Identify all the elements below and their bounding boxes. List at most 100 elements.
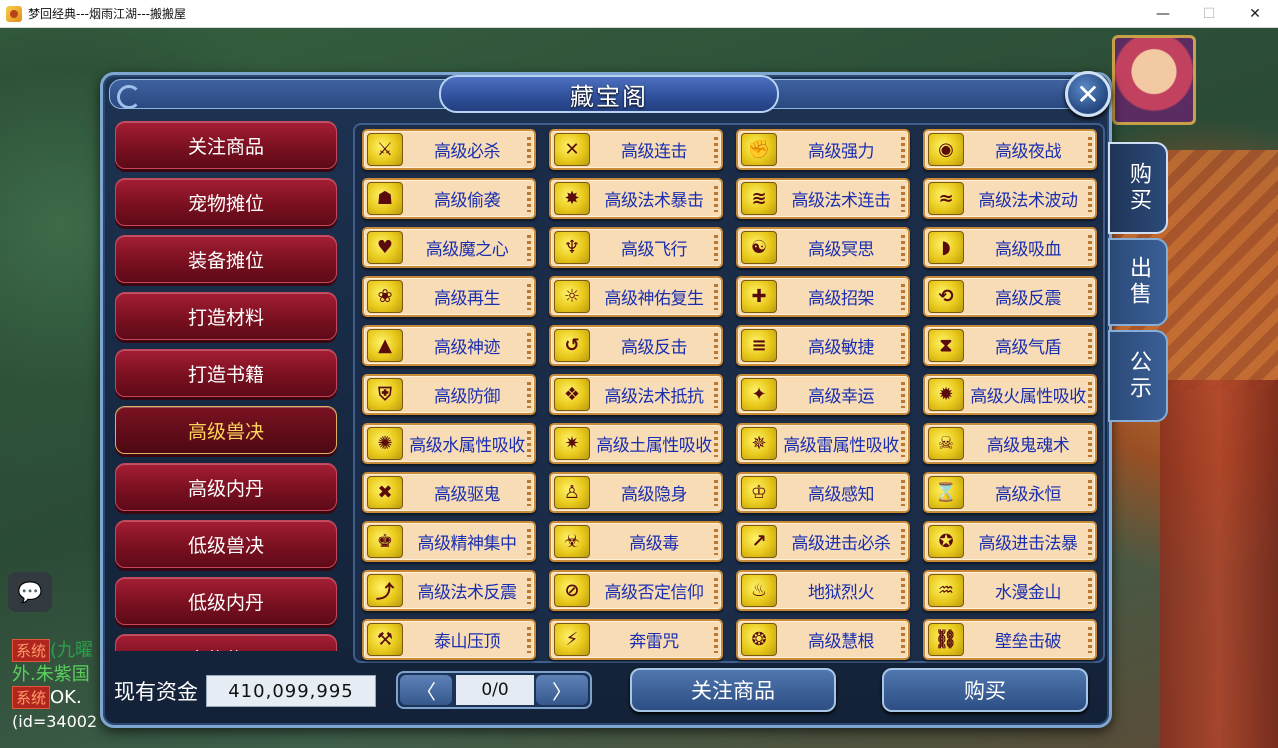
category-item[interactable]: 低级内丹 bbox=[115, 577, 337, 625]
category-item[interactable]: 宠物物品 bbox=[115, 634, 337, 651]
skill-book-item[interactable]: ◉ 高级夜战 bbox=[923, 129, 1097, 170]
item-label: 高级偷袭 bbox=[434, 191, 501, 211]
assault-crit-icon: ↗ bbox=[741, 525, 777, 558]
skill-book-item[interactable]: ♆ 高级飞行 bbox=[549, 227, 723, 268]
skill-book-item[interactable]: ❂ 高级慧根 bbox=[736, 619, 910, 660]
funds-label: 现有资金 bbox=[114, 680, 198, 704]
parry-icon: ✚ bbox=[741, 280, 777, 313]
skill-book-item[interactable]: ⚒ 泰山压顶 bbox=[362, 619, 536, 660]
item-label: 高级强力 bbox=[808, 142, 875, 162]
skill-book-item[interactable]: ✖ 高级驱鬼 bbox=[362, 472, 536, 513]
skill-book-item[interactable]: ⚡ 奔雷咒 bbox=[549, 619, 723, 660]
meditate-icon: ☯ bbox=[741, 231, 777, 264]
skill-book-item[interactable]: ↺ 高级反击 bbox=[549, 325, 723, 366]
perception-icon: ♔ bbox=[741, 476, 777, 509]
tab-buy[interactable]: 购买 bbox=[1108, 142, 1168, 234]
item-label: 奔雷咒 bbox=[629, 632, 679, 652]
skill-book-item[interactable]: ⌛ 高级永恒 bbox=[923, 472, 1097, 513]
item-label: 高级魔之心 bbox=[425, 240, 509, 260]
item-label: 高级感知 bbox=[808, 485, 875, 505]
fire-burst-icon: ✸ bbox=[554, 182, 590, 215]
skill-book-item[interactable]: ✦ 高级幸运 bbox=[736, 374, 910, 415]
skill-book-item[interactable]: ≋ 高级法术连击 bbox=[736, 178, 910, 219]
window-title: 梦回经典---烟雨江湖---搬搬屋 bbox=[28, 7, 186, 21]
category-item[interactable]: 装备摊位 bbox=[115, 235, 337, 283]
skill-book-item[interactable]: ⛓ 壁垒击破 bbox=[923, 619, 1097, 660]
watch-item-button[interactable]: 关注商品 bbox=[630, 668, 836, 712]
item-label: 高级毒 bbox=[629, 534, 679, 554]
skill-book-item[interactable]: ⛨ 高级防御 bbox=[362, 374, 536, 415]
item-label: 高级永恒 bbox=[995, 485, 1062, 505]
skill-book-item[interactable]: ✸ 高级法术暴击 bbox=[549, 178, 723, 219]
category-item[interactable]: 关注商品 bbox=[115, 121, 337, 169]
skill-book-item[interactable]: ≈ 高级法术波动 bbox=[923, 178, 1097, 219]
skill-book-item[interactable]: ♚ 高级精神集中 bbox=[362, 521, 536, 562]
item-label: 高级再生 bbox=[434, 289, 501, 309]
skill-book-item[interactable]: ❀ 高级再生 bbox=[362, 276, 536, 317]
category-item[interactable]: 高级兽决 bbox=[115, 406, 337, 454]
skill-book-item[interactable]: ↗ 高级进击必杀 bbox=[736, 521, 910, 562]
skill-book-item[interactable]: ☯ 高级冥思 bbox=[736, 227, 910, 268]
item-label: 高级法术反震 bbox=[417, 583, 518, 603]
chat-icon[interactable]: 💬 bbox=[8, 572, 52, 612]
buy-button[interactable]: 购买 bbox=[882, 668, 1088, 712]
item-label: 高级幸运 bbox=[808, 387, 875, 407]
item-label: 高级火属性吸收 bbox=[970, 387, 1086, 407]
tab-notice[interactable]: 公示 bbox=[1108, 330, 1168, 422]
skill-book-item[interactable]: ☼ 高级神佑复生 bbox=[549, 276, 723, 317]
skill-book-item[interactable]: ♒ 水漫金山 bbox=[923, 570, 1097, 611]
skill-book-item[interactable]: ✹ 高级火属性吸收 bbox=[923, 374, 1097, 415]
skill-book-item[interactable]: ✊ 高级强力 bbox=[736, 129, 910, 170]
item-label: 高级鬼魂术 bbox=[986, 436, 1070, 456]
panel-close-button[interactable]: ✕ bbox=[1065, 71, 1111, 117]
category-item[interactable]: 打造材料 bbox=[115, 292, 337, 340]
skill-book-item[interactable]: ✷ 高级土属性吸收 bbox=[549, 423, 723, 464]
chat-text: (九曜 bbox=[50, 640, 94, 661]
skill-book-item[interactable]: ✪ 高级进击法暴 bbox=[923, 521, 1097, 562]
skill-book-item[interactable]: ☗ 高级偷袭 bbox=[362, 178, 536, 219]
skill-book-item[interactable]: ♔ 高级感知 bbox=[736, 472, 910, 513]
maximize-button[interactable]: ☐ bbox=[1186, 0, 1232, 28]
item-label: 高级法术波动 bbox=[978, 191, 1079, 211]
skill-book-item[interactable]: ✚ 高级招架 bbox=[736, 276, 910, 317]
skill-book-item[interactable]: ✕ 高级连击 bbox=[549, 129, 723, 170]
skill-book-item[interactable]: ⊘ 高级否定信仰 bbox=[549, 570, 723, 611]
skill-book-item[interactable]: ⧗ 高级气盾 bbox=[923, 325, 1097, 366]
skill-book-item[interactable]: ☠ 高级鬼魂术 bbox=[923, 423, 1097, 464]
minimize-button[interactable]: — bbox=[1140, 0, 1186, 28]
lightning-icon: ⚡ bbox=[554, 623, 590, 656]
category-item[interactable]: 宠物摊位 bbox=[115, 178, 337, 226]
skill-book-item[interactable]: ⚔ 高级必杀 bbox=[362, 129, 536, 170]
window-titlebar: 梦回经典---烟雨江湖---搬搬屋 — ☐ ✕ bbox=[0, 0, 1278, 28]
next-page-button[interactable]: 〉 bbox=[536, 675, 588, 705]
category-item[interactable]: 低级兽决 bbox=[115, 520, 337, 568]
revive-icon: ☼ bbox=[554, 280, 590, 313]
tab-sell[interactable]: 出售 bbox=[1108, 238, 1168, 326]
player-portrait[interactable] bbox=[1112, 35, 1196, 125]
skill-book-item[interactable]: ⤴ 高级法术反震 bbox=[362, 570, 536, 611]
prev-page-button[interactable]: 〈 bbox=[400, 675, 452, 705]
skill-book-item[interactable]: ♥ 高级魔之心 bbox=[362, 227, 536, 268]
skill-book-item[interactable]: ≡ 高级敏捷 bbox=[736, 325, 910, 366]
skill-book-item[interactable]: ♙ 高级隐身 bbox=[549, 472, 723, 513]
window-close-button[interactable]: ✕ bbox=[1232, 0, 1278, 28]
stealth-icon: ♙ bbox=[554, 476, 590, 509]
skill-book-item[interactable]: ◗ 高级吸血 bbox=[923, 227, 1097, 268]
skill-book-item[interactable]: ⟲ 高级反震 bbox=[923, 276, 1097, 317]
fire-absorb-icon: ✹ bbox=[928, 378, 964, 411]
hellfire-icon: ♨ bbox=[741, 574, 777, 607]
item-label: 高级雷属性吸收 bbox=[783, 436, 899, 456]
skill-book-item[interactable]: ☣ 高级毒 bbox=[549, 521, 723, 562]
magic-reflect-icon: ⤴ bbox=[367, 574, 403, 607]
skill-book-item[interactable]: ✺ 高级水属性吸收 bbox=[362, 423, 536, 464]
skill-book-item[interactable]: ✵ 高级雷属性吸收 bbox=[736, 423, 910, 464]
item-label: 水漫金山 bbox=[995, 583, 1062, 603]
skill-book-item[interactable]: ▲ 高级神迹 bbox=[362, 325, 536, 366]
funds-value: 410,099,995 bbox=[206, 675, 376, 707]
category-sidebar[interactable]: 关注商品宠物摊位装备摊位打造材料打造书籍高级兽决高级内丹低级兽决低级内丹宠物物品 bbox=[113, 121, 339, 651]
skill-book-item[interactable]: ❖ 高级法术抵抗 bbox=[549, 374, 723, 415]
category-item[interactable]: 高级内丹 bbox=[115, 463, 337, 511]
category-item[interactable]: 打造书籍 bbox=[115, 349, 337, 397]
deny-faith-icon: ⊘ bbox=[554, 574, 590, 607]
skill-book-item[interactable]: ♨ 地狱烈火 bbox=[736, 570, 910, 611]
